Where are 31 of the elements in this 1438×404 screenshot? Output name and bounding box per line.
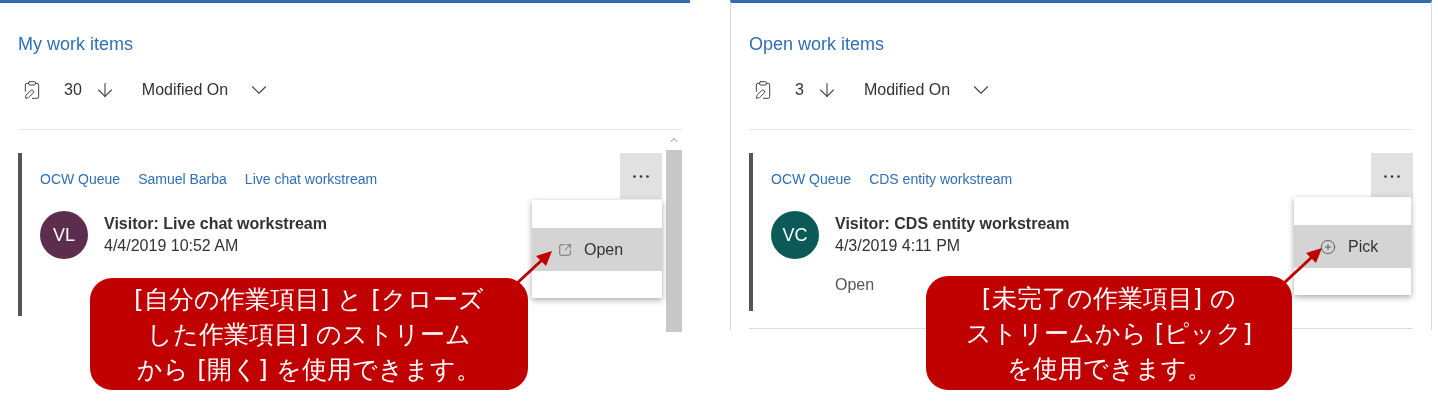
callout-text: [自分の作業項目] と [クローズ [133,283,485,316]
item-name: Visitor: CDS entity workstream [835,214,1070,234]
callout-text: から [開く] を使用できます。 [137,353,481,386]
avatar-initials: VC [782,223,808,247]
sort-field[interactable]: Modified On [141,78,229,102]
callout-text: ストリームから [ピック] [965,317,1253,350]
tag-link[interactable]: OCW Queue [40,169,121,190]
menu-item[interactable]: Open [532,228,662,271]
item-name: Visitor: Live chat workstream [104,214,327,234]
tag-link[interactable]: OCW Queue [771,169,852,190]
item-date: 4/3/2019 4:11 PM [835,236,962,256]
item-date: 4/4/2019 10:52 AM [104,236,240,256]
plus-circle-icon [1320,238,1336,255]
item-status: Open [835,276,875,293]
menu-item[interactable]: Pick [1294,225,1411,268]
callout-text: した作業項目] のストリーム [146,318,472,351]
callout-text: を使用できます。 [1006,352,1212,385]
item-count: 30 [64,80,82,100]
item-count: 3 [795,80,804,100]
section-title: My work items [18,34,133,54]
tag-link[interactable]: Live chat workstream [244,169,378,190]
external-window-icon [558,242,572,257]
section-title: Open work items [749,34,885,54]
avatar-initials: VL [53,223,75,247]
more-icon [633,174,649,178]
sort-field[interactable]: Modified On [863,78,951,102]
clipboard-icon [22,80,42,100]
tag-link[interactable]: Samuel Barba [138,169,227,190]
more-icon [1384,174,1400,178]
clipboard-icon [753,80,773,100]
tag-link[interactable]: CDS entity workstream [869,169,1013,190]
